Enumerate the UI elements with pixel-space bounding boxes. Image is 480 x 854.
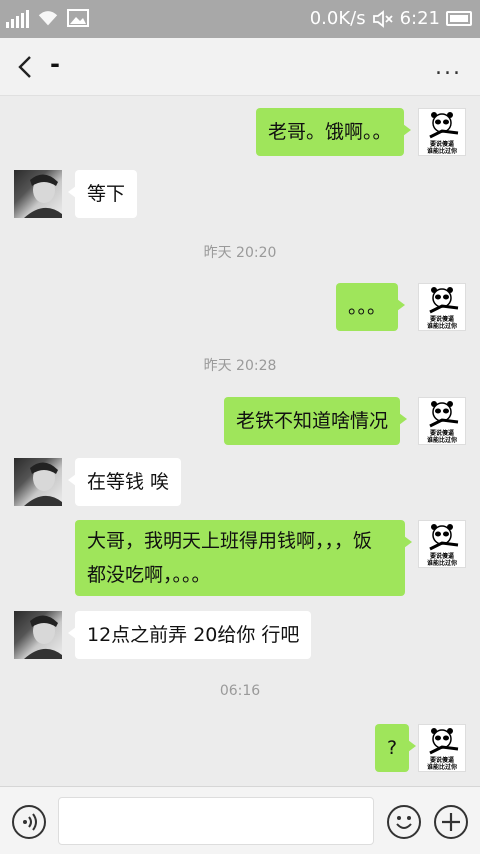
panda-meme-icon (429, 287, 459, 314)
panda-meme-icon (429, 401, 459, 428)
received-message-bubble[interactable]: 在等钱 唉 (67, 458, 182, 506)
status-time: 6:21 (399, 8, 440, 29)
self-avatar[interactable]: 要说傻逼 谁能比过你 (418, 724, 466, 772)
sent-message-bubble[interactable]: 大哥，我明天上班得用钱啊，，，饭 都没吃啊，。。。 (75, 520, 412, 596)
received-message-bubble[interactable]: 等下 (67, 170, 138, 218)
network-speed: 0.0K/s (309, 8, 366, 29)
self-avatar[interactable]: 要说傻逼 谁能比过你 (418, 108, 466, 156)
sent-message-bubble[interactable]: ? (375, 724, 417, 772)
message-timestamp: 06:16 (219, 683, 261, 699)
contact-avatar[interactable] (14, 170, 62, 218)
signal-icon (6, 8, 29, 28)
status-bar: 0.0K/s 6:21 (0, 0, 480, 38)
message-input[interactable] (58, 797, 374, 845)
plus-icon[interactable] (434, 805, 468, 839)
message-timestamp: 昨天 20:28 (203, 358, 277, 374)
sent-message-bubble[interactable]: 。。。 (336, 283, 406, 331)
more-options-icon[interactable]: ... (435, 55, 462, 80)
image-icon (67, 9, 89, 27)
voice-icon[interactable] (12, 805, 46, 839)
contact-avatar[interactable] (14, 458, 62, 506)
wifi-icon (38, 11, 58, 26)
panda-meme-icon (429, 112, 459, 139)
sent-message-bubble[interactable]: 老哥。饿啊。。 (256, 108, 411, 156)
received-message-bubble[interactable]: 12点之前弄 20给你 行吧 (67, 611, 312, 659)
self-avatar[interactable]: 要说傻逼 谁能比过你 (418, 520, 466, 568)
message-timestamp: 昨天 20:20 (203, 245, 277, 261)
chat-title: - (50, 50, 60, 78)
emoji-icon[interactable] (387, 805, 421, 839)
message-list[interactable]: 老哥。饿啊。。 要说傻逼 谁能比过你 等下 昨天 20:20 。。。 要说傻逼 … (0, 96, 480, 786)
chat-header: - ... (0, 38, 480, 96)
contact-avatar[interactable] (14, 611, 62, 659)
battery-icon (446, 11, 472, 26)
panda-meme-icon (429, 728, 459, 755)
sent-message-bubble[interactable]: 老铁不知道啥情况 (224, 397, 408, 445)
self-avatar[interactable]: 要说傻逼 谁能比过你 (418, 283, 466, 331)
back-chevron-icon[interactable] (14, 54, 38, 80)
input-bar (0, 786, 480, 854)
mute-icon (372, 9, 393, 28)
panda-meme-icon (429, 524, 459, 551)
self-avatar[interactable]: 要说傻逼 谁能比过你 (418, 397, 466, 445)
